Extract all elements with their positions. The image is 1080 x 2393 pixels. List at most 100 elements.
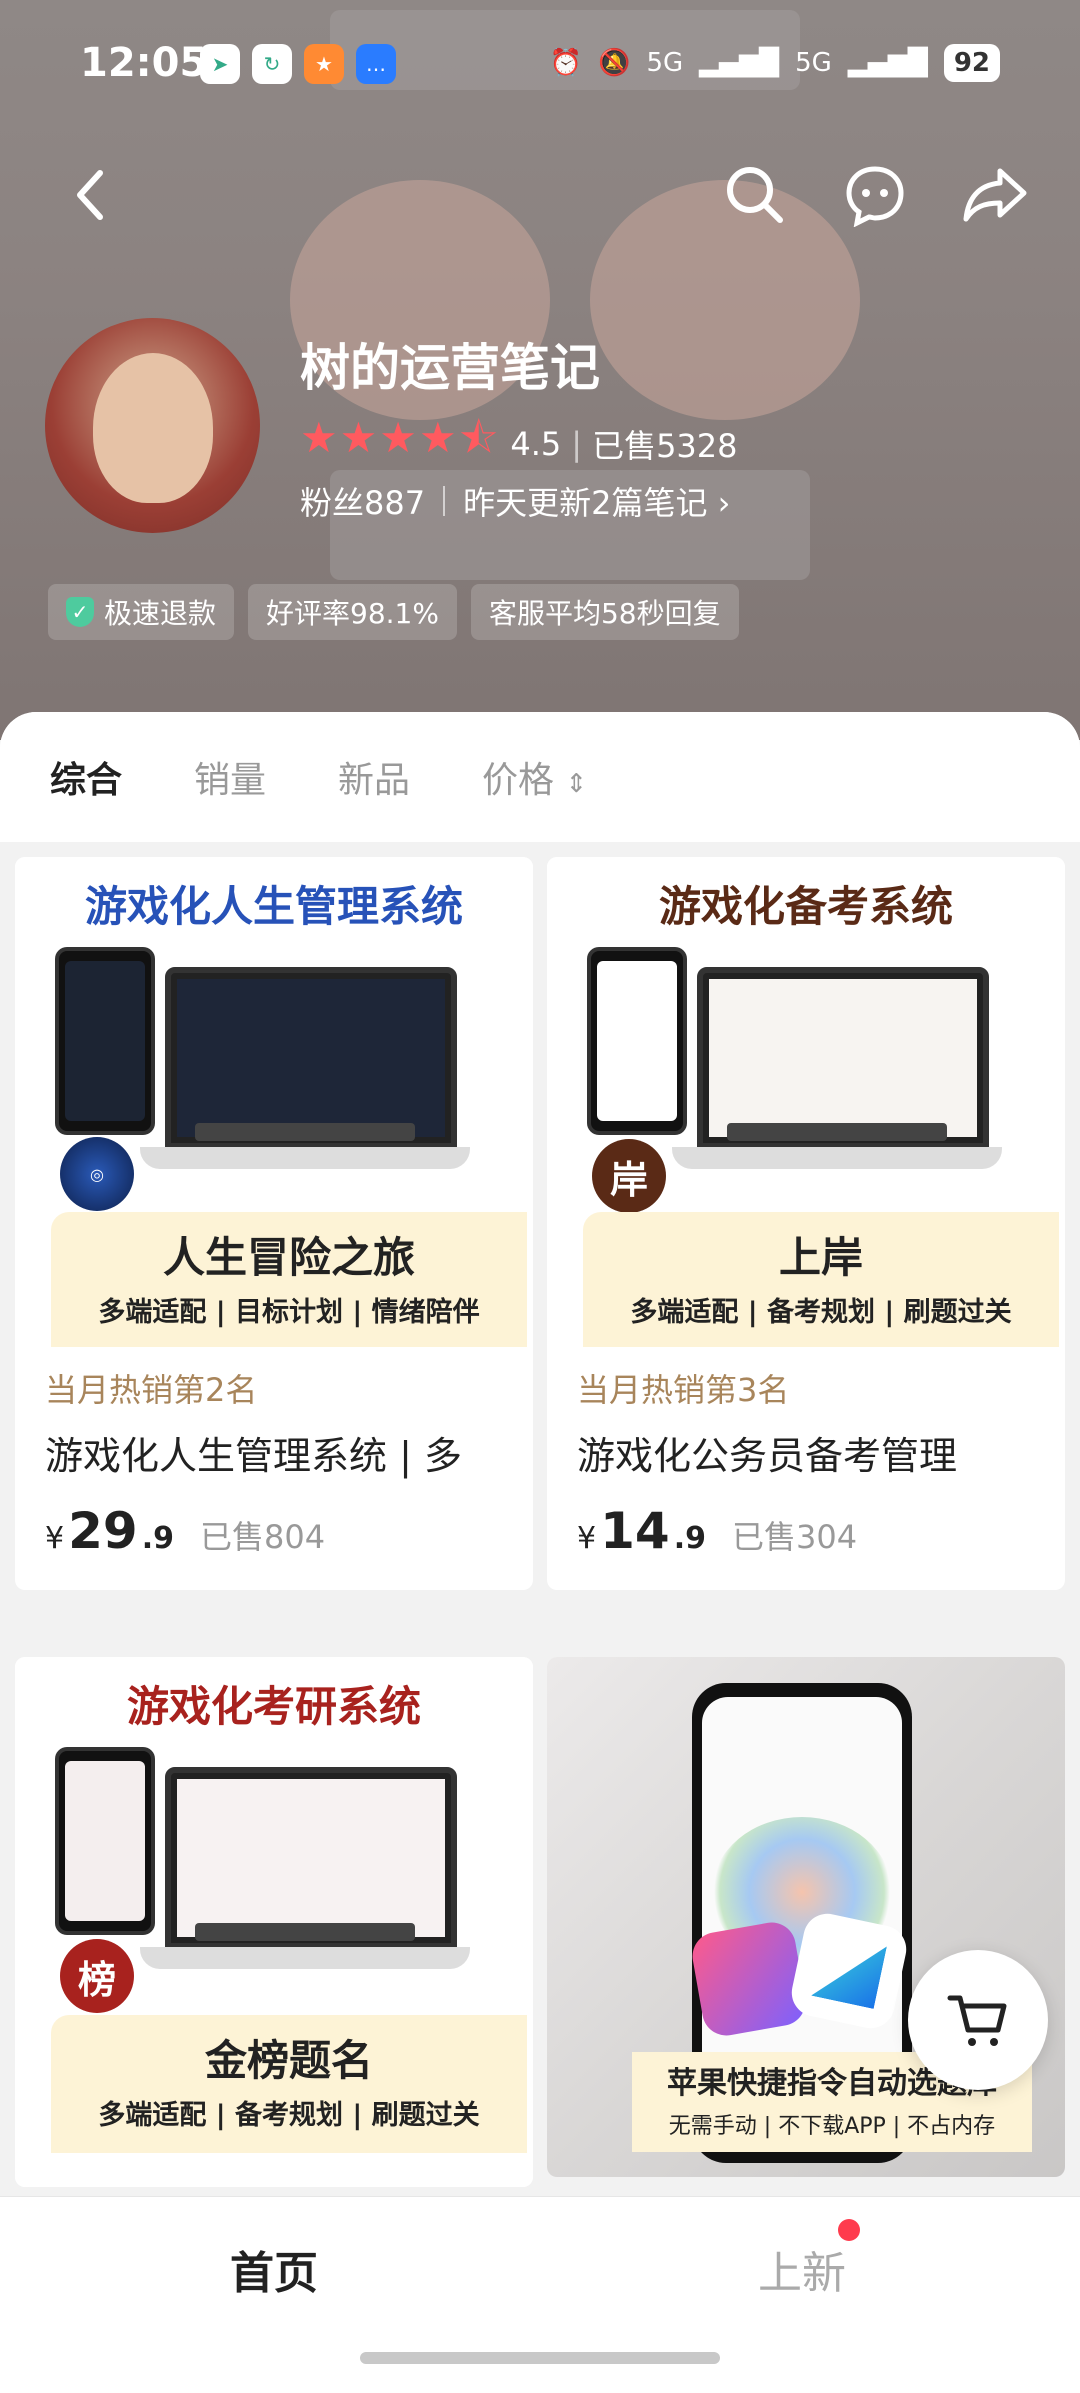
notification-dot bbox=[838, 2219, 860, 2241]
laptop-keyboard bbox=[727, 1123, 947, 1141]
banner-subline: 多端适配 | 备考规划 | 刷题过关 bbox=[630, 1297, 1012, 1328]
share-button[interactable] bbox=[960, 160, 1030, 230]
app-notification-icon: ➤ bbox=[200, 44, 240, 84]
price-currency: ¥ bbox=[45, 1521, 65, 1556]
product-image: 游戏化考研系统 榜 金榜题名 多端适配 | 备考规划 | 刷题过关 bbox=[15, 1657, 533, 2187]
product-image: 苹果快捷指令自动选题库 无需手动 | 不下载APP | 不占内存 bbox=[547, 1657, 1065, 2177]
tag-label: 好评率98.1% bbox=[266, 597, 439, 630]
tag-fast-refund: ✓ 极速退款 bbox=[48, 584, 235, 640]
nav-home[interactable]: 首页 bbox=[230, 2237, 318, 2301]
divider bbox=[443, 486, 446, 516]
search-button[interactable] bbox=[720, 160, 790, 230]
tag-label: 极速退款 bbox=[104, 597, 217, 630]
home-indicator[interactable] bbox=[360, 2352, 720, 2364]
app-notification-icon: ★ bbox=[304, 44, 344, 84]
sort-tabs: 综合 销量 新品 价格 ⇕ bbox=[0, 712, 1080, 842]
product-card-info[interactable]: 当月热销第2名 游戏化人生管理系统 | 多 ¥ 29 .9 已售804 bbox=[15, 1347, 533, 1590]
store-rating-row: ★★★★⯪ 4.5 | 已售5328 bbox=[300, 408, 738, 479]
chat-icon bbox=[846, 166, 904, 227]
laptop-keyboard bbox=[195, 1123, 415, 1141]
nav-new-arrivals[interactable]: 上新 bbox=[758, 2237, 846, 2301]
store-service-tags: ✓ 极速退款 好评率98.1% 客服平均58秒回复 bbox=[48, 584, 739, 640]
tab-sales[interactable]: 销量 bbox=[194, 751, 266, 803]
status-app-icons: ➤ ↻ ★ … bbox=[200, 44, 396, 84]
cart-button[interactable] bbox=[908, 1950, 1048, 2090]
store-avatar[interactable] bbox=[45, 318, 260, 533]
fans-count: 粉丝887 bbox=[300, 484, 426, 522]
product-sold-count: 已售804 bbox=[199, 1518, 326, 1556]
tab-price-label: 价格 bbox=[482, 760, 555, 801]
product-card[interactable]: 游戏化人生管理系统 ◎ 人生冒险之旅 多端适配 | 目标计划 | 情绪陪伴 bbox=[15, 857, 533, 1377]
tab-price[interactable]: 价格 ⇕ bbox=[482, 751, 587, 803]
product-card[interactable]: 苹果快捷指令自动选题库 无需手动 | 不下载APP | 不占内存 bbox=[547, 1657, 1065, 2177]
product-info: 当月热销第3名 游戏化公务员备考管理 ¥ 14 .9 已售304 bbox=[547, 1347, 1065, 1590]
banner-headline: 上岸 bbox=[778, 1233, 863, 1282]
chevron-left-icon bbox=[77, 170, 103, 220]
notes-update-link[interactable]: 昨天更新2篇笔记 › bbox=[463, 478, 730, 524]
price-decimal: .9 bbox=[141, 1521, 174, 1556]
tab-new[interactable]: 新品 bbox=[338, 751, 410, 803]
laptop-base bbox=[140, 1947, 470, 1969]
chevron-right-icon: › bbox=[717, 484, 731, 522]
product-rank: 当月热销第3名 bbox=[577, 1371, 790, 1409]
banner-subline: 多端适配 | 目标计划 | 情绪陪伴 bbox=[98, 1297, 480, 1328]
banner-subline: 多端适配 | 备考规划 | 刷题过关 bbox=[98, 2100, 480, 2131]
message-notification-icon: … bbox=[356, 44, 396, 84]
price-integer: 29 bbox=[68, 1502, 138, 1560]
product-price-row: ¥ 14 .9 已售304 bbox=[577, 1502, 1035, 1590]
network-indicator: 5G bbox=[646, 48, 684, 78]
product-card[interactable]: 游戏化备考系统 岸 上岸 多端适配 | 备考规划 | 刷题过关 bbox=[547, 857, 1065, 1377]
product-card-info[interactable]: 当月热销第3名 游戏化公务员备考管理 ¥ 14 .9 已售304 bbox=[547, 1347, 1065, 1590]
rating-value: 4.5 bbox=[510, 424, 562, 463]
laptop-keyboard bbox=[195, 1923, 415, 1941]
share-icon bbox=[963, 168, 1027, 222]
alarm-icon: ⏰ bbox=[549, 48, 583, 78]
signal-icon: ▂▄▆█ bbox=[699, 48, 780, 78]
product-image: 游戏化人生管理系统 ◎ 人生冒险之旅 多端适配 | 目标计划 | 情绪陪伴 bbox=[15, 857, 533, 1350]
product-name: 游戏化公务员备考管理 bbox=[577, 1434, 958, 1478]
product-sold-count: 已售304 bbox=[731, 1518, 858, 1556]
app-logo-icon bbox=[787, 1909, 911, 2033]
phone-mockup bbox=[55, 947, 155, 1135]
search-icon bbox=[727, 167, 783, 223]
store-fans-row: 粉丝887 昨天更新2篇笔记 › bbox=[300, 478, 730, 524]
status-system-icons: ⏰ 🔕 5G ▂▄▆█ 5G ▂▄▆█ 92 bbox=[550, 44, 1000, 82]
price-integer: 14 bbox=[600, 1502, 670, 1560]
signal-icon: ▂▄▆█ bbox=[847, 48, 928, 78]
store-name: 树的运营笔记 bbox=[300, 339, 600, 397]
product-banner: 人生冒险之旅 多端适配 | 目标计划 | 情绪陪伴 bbox=[51, 1212, 527, 1350]
shield-check-icon: ✓ bbox=[66, 597, 94, 627]
product-list-panel: 综合 销量 新品 价格 ⇕ 游戏化人生管理系统 ◎ 人生冒险之旅 多端适配 | … bbox=[0, 712, 1080, 2202]
battery-indicator: 92 bbox=[943, 44, 1000, 82]
status-bar: 12:05 ➤ ↻ ★ … ⏰ 🔕 5G ▂▄▆█ 5G ▂▄▆█ 92 bbox=[0, 0, 1080, 130]
laptop-base bbox=[140, 1147, 470, 1169]
customer-service-button[interactable] bbox=[840, 160, 910, 230]
network-indicator: 5G bbox=[795, 48, 832, 78]
product-name: 游戏化人生管理系统 | 多 bbox=[45, 1434, 462, 1478]
laptop-base bbox=[672, 1147, 1002, 1169]
product-price-row: ¥ 29 .9 已售804 bbox=[45, 1502, 503, 1590]
app-notification-icon: ↻ bbox=[252, 44, 292, 84]
product-image-title: 游戏化考研系统 bbox=[126, 1682, 421, 1731]
badge-icon: 榜 bbox=[60, 1939, 134, 2013]
phone-mockup bbox=[55, 1747, 155, 1935]
top-action-bar bbox=[0, 140, 1080, 250]
laptop-mockup bbox=[165, 967, 457, 1149]
price-currency: ¥ bbox=[577, 1521, 597, 1556]
badge-icon: 岸 bbox=[592, 1139, 666, 1213]
product-rank: 当月热销第2名 bbox=[45, 1371, 258, 1409]
banner-headline: 金榜题名 bbox=[204, 2036, 373, 2085]
product-card[interactable]: 游戏化考研系统 榜 金榜题名 多端适配 | 备考规划 | 刷题过关 bbox=[15, 1657, 533, 2187]
product-image-title: 游戏化备考系统 bbox=[658, 882, 953, 931]
sort-updown-icon: ⇕ bbox=[565, 769, 588, 799]
mute-icon: 🔕 bbox=[598, 48, 631, 78]
banner-subline: 无需手动 | 不下载APP | 不占内存 bbox=[668, 2114, 996, 2139]
tag-positive-rate: 好评率98.1% bbox=[248, 584, 457, 640]
store-sold-count: 已售5328 bbox=[592, 426, 738, 465]
tab-comprehensive[interactable]: 综合 bbox=[50, 751, 122, 803]
product-banner: 上岸 多端适配 | 备考规划 | 刷题过关 bbox=[583, 1212, 1059, 1350]
back-button[interactable] bbox=[55, 160, 125, 230]
rating-stars-icon: ★★★★⯪ bbox=[300, 413, 501, 462]
status-time: 12:05 bbox=[80, 40, 208, 86]
avatar-face bbox=[92, 353, 213, 503]
